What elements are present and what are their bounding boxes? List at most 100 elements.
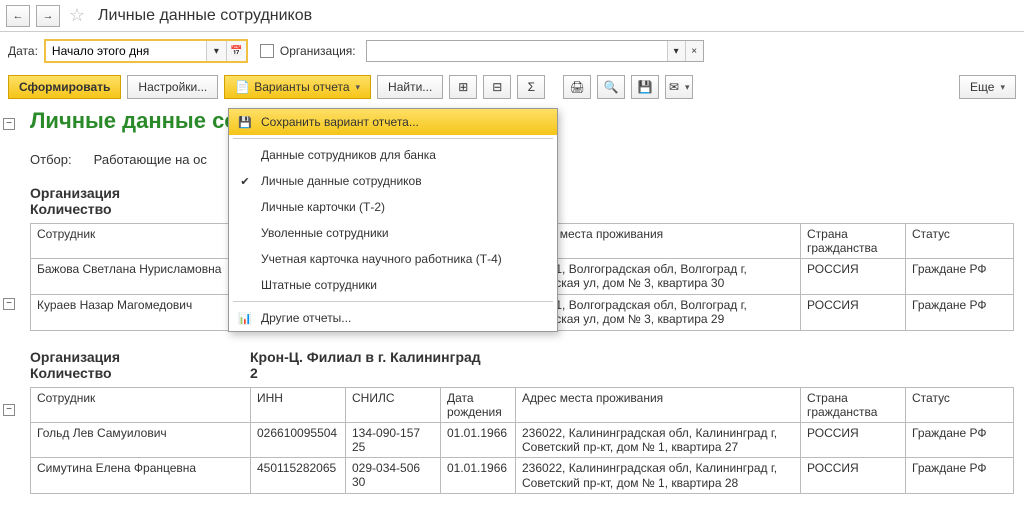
- table-cell: 236022, Калининградская обл, Калининград…: [516, 422, 801, 458]
- menu-item-variant[interactable]: Уволенные сотрудники: [229, 220, 557, 246]
- menu-item-variant[interactable]: Личные карточки (Т-2): [229, 194, 557, 220]
- forward-button[interactable]: →: [36, 5, 60, 27]
- menu-item-variant[interactable]: ✔ Личные данные сотрудников: [229, 168, 557, 194]
- column-header[interactable]: Страна гражданства: [801, 387, 906, 422]
- favorite-star-icon[interactable]: ☆: [66, 5, 88, 27]
- save-button[interactable]: 💾: [631, 75, 659, 99]
- table-cell: Кураев Назар Магомедович: [31, 294, 251, 330]
- report-icon: 📊: [237, 312, 253, 325]
- date-dropdown-button[interactable]: ▾: [206, 41, 226, 61]
- column-header[interactable]: Сотрудник: [31, 224, 251, 259]
- column-header[interactable]: Дата рождения: [441, 387, 516, 422]
- table-row[interactable]: Симутина Елена Францевна450115282065029-…: [31, 458, 1014, 494]
- menu-item-other-reports[interactable]: 📊 Другие отчеты...: [229, 305, 557, 331]
- chevron-down-icon: ▾: [356, 82, 361, 93]
- form-button-label: Сформировать: [19, 80, 110, 94]
- filter-value: Работающие на ос: [94, 152, 207, 167]
- table-cell: 134-090-157 25: [346, 422, 441, 458]
- menu-item-label: Другие отчеты...: [261, 311, 351, 325]
- settings-button[interactable]: Настройки...: [127, 75, 218, 99]
- menu-item-label: Данные сотрудников для банка: [261, 148, 436, 162]
- menu-item-label: Личные данные сотрудников: [261, 174, 422, 188]
- table-cell: 450115282065: [251, 458, 346, 494]
- form-button[interactable]: Сформировать: [8, 75, 121, 99]
- group-header: ОрганизацияКоличествоКрон-Ц. Филиал в г.…: [30, 349, 1014, 381]
- menu-item-label: Уволенные сотрудники: [261, 226, 389, 240]
- expand-button[interactable]: ⊞: [449, 75, 477, 99]
- titlebar: ← → ☆ Личные данные сотрудников: [0, 0, 1024, 32]
- column-header[interactable]: ИНН: [251, 387, 346, 422]
- group-count-value: 2: [250, 365, 481, 381]
- org-select-wrap: ▾ ×: [366, 40, 704, 62]
- filter-row: Дата: ▾ 📅 Организация: ▾ ×: [0, 32, 1024, 70]
- date-field-wrap: ▾ 📅: [44, 39, 248, 63]
- table-cell: Симутина Елена Францевна: [31, 458, 251, 494]
- org-checkbox[interactable]: [260, 44, 274, 58]
- report-variants-button[interactable]: 📄 Варианты отчета ▾: [224, 75, 371, 99]
- email-button[interactable]: ✉▾: [665, 75, 693, 99]
- table-header-row: СотрудникИННСНИЛСДата рожденияАдрес мест…: [31, 387, 1014, 422]
- more-button[interactable]: Еще▾: [959, 75, 1016, 99]
- table-row[interactable]: Гольд Лев Самуилович026610095504134-090-…: [31, 422, 1014, 458]
- filter-key: Отбор:: [30, 152, 90, 167]
- variants-icon: 📄: [235, 80, 250, 94]
- column-header[interactable]: Статус: [906, 387, 1014, 422]
- table-cell: 01.01.1966: [441, 422, 516, 458]
- menu-separator: [233, 138, 553, 139]
- menu-item-variant[interactable]: Учетная карточка научного работника (Т-4…: [229, 246, 557, 272]
- back-button[interactable]: ←: [6, 5, 30, 27]
- menu-separator: [233, 301, 553, 302]
- group-count-label: Количество: [30, 201, 250, 217]
- collapse-button[interactable]: ⊟: [483, 75, 511, 99]
- variants-label: Варианты отчета: [254, 80, 349, 94]
- settings-button-label: Настройки...: [138, 80, 207, 94]
- menu-item-label: Личные карточки (Т-2): [261, 200, 385, 214]
- group-org-value: Крон-Ц. Филиал в г. Калининград: [250, 349, 481, 365]
- outline-node[interactable]: −: [3, 404, 15, 416]
- table-cell: 236022, Калининградская обл, Калининград…: [516, 458, 801, 494]
- menu-item-label: Учетная карточка научного работника (Т-4…: [261, 252, 502, 266]
- toolbar: Сформировать Настройки... 📄 Варианты отч…: [0, 70, 1024, 104]
- find-button-label: Найти...: [388, 80, 432, 94]
- column-header[interactable]: Статус: [906, 224, 1014, 259]
- print-button[interactable]: 🖨: [563, 75, 591, 99]
- date-calendar-button[interactable]: 📅: [226, 41, 246, 61]
- report-variants-menu: 💾 Сохранить вариант отчета... Данные сот…: [228, 108, 558, 332]
- table-cell: РОССИЯ: [801, 458, 906, 494]
- save-icon: 💾: [237, 116, 253, 129]
- column-header[interactable]: Сотрудник: [31, 387, 251, 422]
- table-cell: Граждане РФ: [906, 422, 1014, 458]
- menu-item-variant[interactable]: Штатные сотрудники: [229, 272, 557, 298]
- column-header[interactable]: Страна гражданства: [801, 224, 906, 259]
- org-label: Организация:: [280, 44, 356, 58]
- date-input[interactable]: [46, 41, 206, 61]
- table-cell: 026610095504: [251, 422, 346, 458]
- table-cell: 400131, Волгоградская обл, Волгоград г, …: [516, 259, 801, 295]
- table-cell: Граждане РФ: [906, 259, 1014, 295]
- group-org-label: Организация: [30, 349, 250, 365]
- table-cell: 01.01.1966: [441, 458, 516, 494]
- outline-node[interactable]: −: [3, 118, 15, 130]
- org-input[interactable]: [367, 41, 667, 61]
- check-icon: ✔: [237, 175, 253, 188]
- table-cell: 029-034-506 30: [346, 458, 441, 494]
- group-count-label: Количество: [30, 365, 250, 381]
- column-header[interactable]: Адрес места проживания: [516, 224, 801, 259]
- table-cell: Бажова Светлана Нурисламовна: [31, 259, 251, 295]
- menu-item-label: Сохранить вариант отчета...: [261, 115, 419, 129]
- column-header[interactable]: СНИЛС: [346, 387, 441, 422]
- column-header[interactable]: Адрес места проживания: [516, 387, 801, 422]
- org-dropdown-button[interactable]: ▾: [667, 41, 685, 61]
- table-cell: РОССИЯ: [801, 259, 906, 295]
- chevron-down-icon: ▾: [1000, 82, 1005, 93]
- find-button[interactable]: Найти...: [377, 75, 443, 99]
- org-clear-button[interactable]: ×: [685, 41, 703, 61]
- outline-node[interactable]: −: [3, 298, 15, 310]
- outline-bar: − − −: [0, 104, 20, 509]
- menu-item-variant[interactable]: Данные сотрудников для банка: [229, 142, 557, 168]
- report-table: СотрудникИННСНИЛСДата рожденияАдрес мест…: [30, 387, 1014, 495]
- menu-item-save-variant[interactable]: 💾 Сохранить вариант отчета...: [229, 109, 557, 135]
- preview-button[interactable]: 🔍: [597, 75, 625, 99]
- sum-button[interactable]: Σ: [517, 75, 545, 99]
- group-org-label: Организация: [30, 185, 250, 201]
